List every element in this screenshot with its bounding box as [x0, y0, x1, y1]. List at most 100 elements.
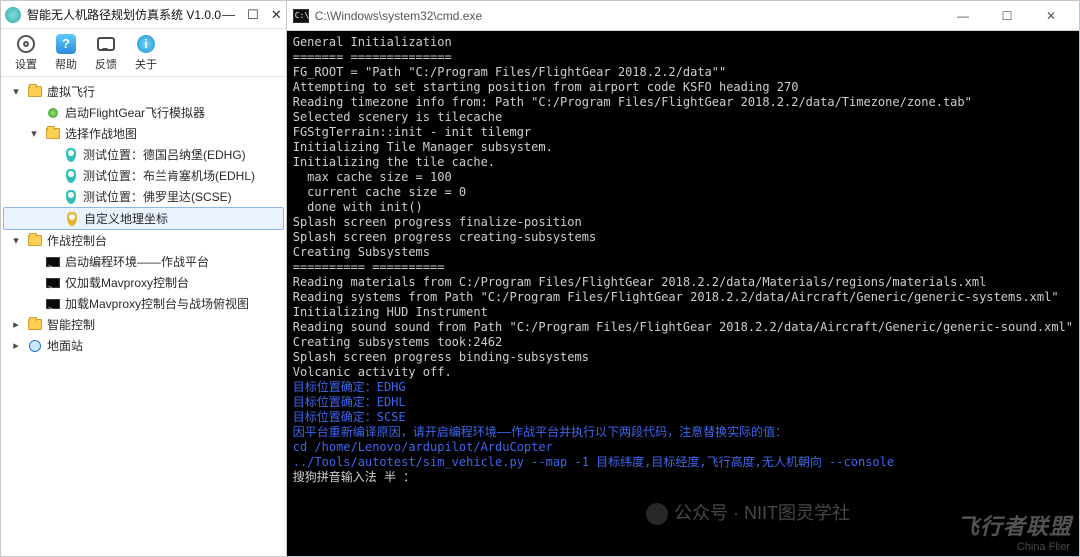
cmd-titlebar: C:\ C:\Windows\system32\cmd.exe — ☐ ✕ [287, 1, 1079, 31]
info-icon: i [136, 34, 156, 54]
console-highlight-line: ../Tools/autotest/sim_vehicle.py --map -… [293, 455, 1073, 470]
console-line: FGStgTerrain::init - init tilemgr [293, 125, 1073, 140]
maximize-button[interactable]: ☐ [247, 8, 259, 21]
folder-icon [27, 233, 43, 249]
console-line: Splash screen progress finalize-position [293, 215, 1073, 230]
app-title: 智能无人机路径规划仿真系统 V1.0.0 [27, 6, 222, 23]
app-icon [5, 7, 21, 23]
tree-item-label: 地面站 [47, 337, 83, 354]
console-highlight-line: 目标位置确定：EDHG [293, 380, 1073, 395]
console-output[interactable]: General Initialization======= ==========… [287, 31, 1079, 556]
settings-button[interactable]: 设置 [9, 34, 43, 72]
location-pin-icon [63, 168, 79, 184]
expand-icon[interactable]: ▸ [9, 339, 23, 352]
console-line: Creating subsystems took:2462 [293, 335, 1073, 350]
tree-item[interactable]: ▸ 地面站 [3, 335, 284, 356]
tree-item-label: 测试位置：德国吕纳堡(EDHG) [83, 146, 246, 163]
collapse-icon[interactable]: ▾ [27, 127, 41, 140]
about-button[interactable]: i 关于 [129, 34, 163, 72]
console-line: Selected scenery is tilecache [293, 110, 1073, 125]
help-icon: ? [56, 34, 76, 54]
console-line: Initializing HUD Instrument [293, 305, 1073, 320]
tree-item[interactable]: ▾ 选择作战地图 [3, 123, 284, 144]
collapse-icon[interactable]: ▾ [9, 85, 23, 98]
about-label: 关于 [135, 56, 157, 72]
location-pin-icon [63, 189, 79, 205]
cmd-minimize-button[interactable]: — [941, 2, 985, 30]
console-highlight-line: 目标位置确定：EDHL [293, 395, 1073, 410]
tree-item-label: 作战控制台 [47, 232, 107, 249]
tree-item-label: 虚拟飞行 [47, 83, 95, 100]
console-line: max cache size = 100 [293, 170, 1073, 185]
tree-item[interactable]: 启动FlightGear飞行模拟器 [3, 102, 284, 123]
launch-icon [45, 105, 61, 121]
console-line: Splash screen progress creating-subsyste… [293, 230, 1073, 245]
chat-icon [96, 34, 116, 54]
help-button[interactable]: ? 帮助 [49, 34, 83, 72]
tree-item-label: 加载Mavproxy控制台与战场俯视图 [65, 295, 249, 312]
console-line: Initializing the tile cache. [293, 155, 1073, 170]
console-line: done with init() [293, 200, 1073, 215]
cmd-close-button[interactable]: ✕ [1029, 2, 1073, 30]
feedback-label: 反馈 [95, 56, 117, 72]
console-highlight-line: cd /home/Lenovo/ardupilot/ArduCopter [293, 440, 1073, 455]
terminal-icon [45, 296, 61, 312]
cmd-icon: C:\ [293, 9, 309, 23]
terminal-icon [45, 254, 61, 270]
console-line: ========== ========== [293, 260, 1073, 275]
navigation-tree[interactable]: ▾ 虚拟飞行启动FlightGear飞行模拟器 ▾ 选择作战地图测试位置：德国吕纳堡(… [1, 77, 286, 556]
folder-icon [45, 126, 61, 142]
tree-item-label: 仅加载Mavproxy控制台 [65, 274, 189, 291]
window-controls: — ☐ ✕ [222, 8, 282, 21]
tree-item[interactable]: 加载Mavproxy控制台与战场俯视图 [3, 293, 284, 314]
folder-icon [27, 317, 43, 333]
cmd-maximize-button[interactable]: ☐ [985, 2, 1029, 30]
terminal-icon [45, 275, 61, 291]
console-line: Creating Subsystems [293, 245, 1073, 260]
tree-item[interactable]: 仅加载Mavproxy控制台 [3, 272, 284, 293]
tree-item[interactable]: 测试位置：布兰肯塞机场(EDHL) [3, 165, 284, 186]
help-label: 帮助 [55, 56, 77, 72]
close-button[interactable]: ✕ [271, 8, 282, 21]
gear-icon [16, 34, 36, 54]
console-line: Volcanic activity off. [293, 365, 1073, 380]
console-line: Reading timezone info from: Path "C:/Pro… [293, 95, 1073, 110]
tree-item-label: 选择作战地图 [65, 125, 137, 142]
app-titlebar: 智能无人机路径规划仿真系统 V1.0.0 — ☐ ✕ [1, 1, 286, 29]
tree-item-label: 启动FlightGear飞行模拟器 [65, 104, 205, 121]
console-highlight-line: 因平台重新编译原因，请开启编程环境——作战平台并执行以下两段代码，注意替换实际的… [293, 425, 1073, 440]
expand-icon[interactable]: ▸ [9, 318, 23, 331]
console-line: Reading sound sound from Path "C:/Progra… [293, 320, 1073, 335]
folder-icon [27, 84, 43, 100]
tree-item[interactable]: 测试位置：佛罗里达(SCSE) [3, 186, 284, 207]
gui-app-window: 智能无人机路径规划仿真系统 V1.0.0 — ☐ ✕ 设置 ? 帮助 反馈 i [0, 0, 287, 557]
minimize-button[interactable]: — [222, 8, 235, 21]
tree-item[interactable]: 启动编程环境——作战平台 [3, 251, 284, 272]
console-line: Splash screen progress binding-subsystem… [293, 350, 1073, 365]
location-pin-custom-icon [64, 211, 80, 227]
feedback-button[interactable]: 反馈 [89, 34, 123, 72]
tree-item-label: 启动编程环境——作战平台 [65, 253, 209, 270]
tree-item-label: 自定义地理坐标 [84, 210, 168, 227]
tree-item[interactable]: ▾ 作战控制台 [3, 230, 284, 251]
cmd-window: C:\ C:\Windows\system32\cmd.exe — ☐ ✕ Ge… [287, 0, 1080, 557]
ime-status-line: 搜狗拼音输入法 半 ： [293, 470, 1073, 485]
tree-item[interactable]: 测试位置：德国吕纳堡(EDHG) [3, 144, 284, 165]
console-line: FG_ROOT = "Path "C:/Program Files/Flight… [293, 65, 1073, 80]
tree-item-label: 测试位置：佛罗里达(SCSE) [83, 188, 232, 205]
globe-icon [27, 338, 43, 354]
tree-item[interactable]: ▾ 虚拟飞行 [3, 81, 284, 102]
console-highlight-line: 目标位置确定：SCSE [293, 410, 1073, 425]
console-line: current cache size = 0 [293, 185, 1073, 200]
collapse-icon[interactable]: ▾ [9, 234, 23, 247]
tree-item[interactable]: 自定义地理坐标 [3, 207, 284, 230]
settings-label: 设置 [15, 56, 37, 72]
tree-item-label: 智能控制 [47, 316, 95, 333]
console-line: Reading systems from Path "C:/Program Fi… [293, 290, 1073, 305]
console-line: Initializing Tile Manager subsystem. [293, 140, 1073, 155]
tree-item[interactable]: ▸ 智能控制 [3, 314, 284, 335]
tree-item-label: 测试位置：布兰肯塞机场(EDHL) [83, 167, 255, 184]
console-line: General Initialization [293, 35, 1073, 50]
console-line: Reading materials from C:/Program Files/… [293, 275, 1073, 290]
console-line: ======= ============== [293, 50, 1073, 65]
